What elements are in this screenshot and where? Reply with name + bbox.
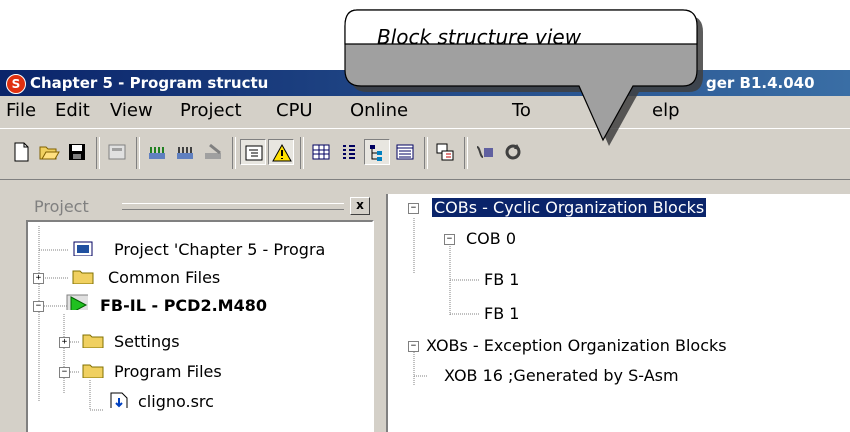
project-tree: Project 'Chapter 5 - Progra + Common Fil…	[26, 220, 374, 432]
collapse-toggle-icon[interactable]: −	[408, 203, 419, 214]
tree-node-xob-16[interactable]: XOB 16 ;Generated by S-Asm	[444, 366, 679, 385]
collapse-toggle-icon[interactable]: −	[444, 234, 455, 245]
close-pane-button[interactable]: x	[350, 197, 370, 215]
build-icon[interactable]	[144, 139, 170, 165]
project-pane: Project x Project 'Chapter 5 - Progra +	[0, 194, 378, 432]
toolbar-separator	[136, 137, 140, 169]
properties-icon[interactable]	[104, 139, 130, 165]
tree-view-icon[interactable]	[240, 139, 266, 165]
delete-icon[interactable]	[200, 139, 226, 165]
callout-text: Block structure view	[377, 25, 582, 49]
folder-icon	[82, 364, 104, 378]
collapse-toggle-icon[interactable]: −	[408, 341, 419, 352]
new-file-icon[interactable]	[8, 139, 34, 165]
window-title-suffix: ger B1.4.040	[706, 74, 815, 92]
folder-icon	[82, 334, 104, 348]
tree-node-xobs[interactable]: XOBs - Exception Organization Blocks	[426, 336, 727, 355]
expand-toggle-icon[interactable]: +	[59, 337, 70, 348]
menu-file[interactable]: File	[6, 100, 36, 121]
tree-node-settings[interactable]: Settings	[114, 332, 180, 351]
block-structure-pane: − COBs - Cyclic Organization Blocks − CO…	[386, 194, 850, 432]
expand-toggle-icon[interactable]: +	[33, 273, 44, 284]
tree-node-fb-1[interactable]: FB 1	[484, 304, 519, 323]
toolbar-separator	[96, 137, 100, 169]
pane-grip[interactable]	[122, 203, 344, 210]
tree-node-cobs[interactable]: COBs - Cyclic Organization Blocks	[430, 197, 708, 218]
source-file-icon	[110, 392, 128, 408]
open-folder-icon[interactable]	[36, 139, 62, 165]
project-pane-title: Project	[34, 197, 89, 216]
menu-cpu[interactable]: CPU	[276, 100, 313, 121]
menu-view[interactable]: View	[110, 100, 153, 121]
project-pane-header: Project x	[26, 194, 372, 218]
window-title: Chapter 5 - Program structu	[30, 74, 269, 92]
tree-node-common-files[interactable]: Common Files	[108, 268, 220, 287]
callout-bubble: Block structure view	[343, 0, 703, 146]
build-all-icon[interactable]	[172, 139, 198, 165]
save-icon[interactable]	[64, 139, 90, 165]
collapse-toggle-icon[interactable]: −	[59, 367, 70, 378]
warning-icon[interactable]	[268, 139, 294, 165]
menu-project[interactable]: Project	[180, 100, 242, 121]
collapse-toggle-icon[interactable]: −	[33, 301, 44, 312]
project-icon	[73, 241, 93, 256]
tree-node-project[interactable]: Project 'Chapter 5 - Progra	[114, 240, 325, 259]
toolbar-separator	[232, 137, 236, 169]
tree-node-cob-0[interactable]: COB 0	[466, 229, 516, 248]
grid-view-icon[interactable]	[308, 139, 334, 165]
tree-node-fb-1[interactable]: FB 1	[484, 270, 519, 289]
folder-icon	[72, 270, 94, 284]
toolbar-separator	[300, 137, 304, 169]
app-logo-icon: S	[6, 74, 26, 94]
tree-connector-lines	[413, 218, 480, 386]
tree-node-source-file[interactable]: cligno.src	[138, 392, 214, 411]
tree-node-cpu[interactable]: FB-IL - PCD2.M480	[100, 296, 267, 315]
menu-edit[interactable]: Edit	[55, 100, 90, 121]
tree-node-program-files[interactable]: Program Files	[114, 362, 222, 381]
cpu-run-icon	[66, 294, 88, 310]
